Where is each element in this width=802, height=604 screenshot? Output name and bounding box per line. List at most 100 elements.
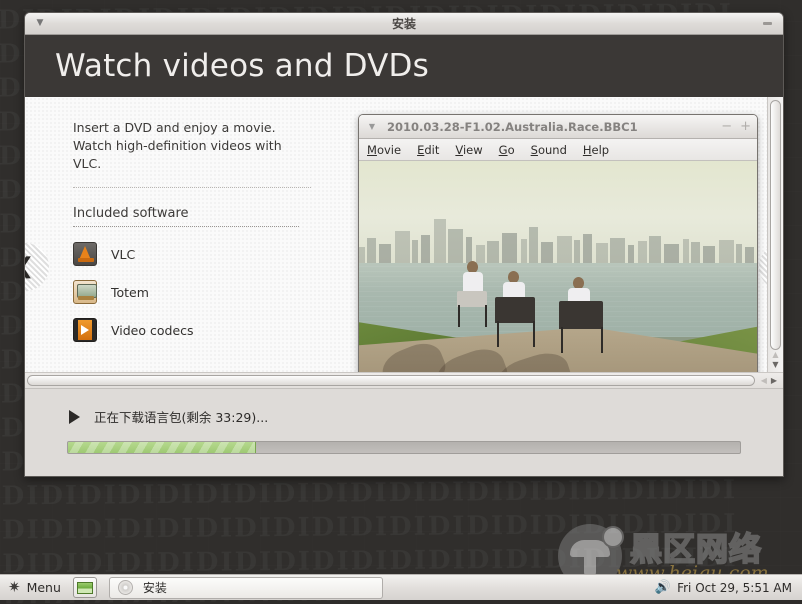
photo-building bbox=[367, 238, 376, 264]
start-menu-button[interactable]: ✷ Menu bbox=[4, 577, 69, 599]
menu-item-go[interactable]: Go bbox=[499, 143, 515, 157]
photo-building bbox=[395, 231, 410, 264]
progress-bar bbox=[67, 441, 741, 454]
play-triangle-icon[interactable] bbox=[69, 409, 80, 424]
show-desktop-icon[interactable] bbox=[72, 577, 97, 598]
progress-status-row: 正在下载语言包(剩余 33:29)... bbox=[45, 407, 763, 426]
photo-chair-leg bbox=[497, 321, 499, 347]
progress-area: 正在下载语言包(剩余 33:29)... bbox=[25, 388, 783, 476]
photo-chair-leg bbox=[458, 305, 460, 327]
list-item: Totem bbox=[73, 273, 311, 311]
photo-building bbox=[736, 243, 742, 264]
scroll-left-arrow-icon[interactable]: ◀ bbox=[761, 376, 767, 385]
photo-chair bbox=[559, 301, 603, 329]
photo-chair-leg bbox=[561, 327, 563, 353]
cd-disc-icon bbox=[117, 580, 133, 595]
movie-window-title: 2010.03.28-F1.02.Australia.Race.BBC1 bbox=[387, 119, 638, 134]
triangle-down-icon[interactable]: ▼ bbox=[365, 122, 379, 131]
list-item: VLC bbox=[73, 235, 311, 273]
photo-building bbox=[487, 241, 499, 264]
photo-building bbox=[412, 240, 418, 264]
included-software-list: VLC Totem Video codecs bbox=[73, 235, 311, 349]
vertical-scrollbar[interactable]: ▲ ▼ bbox=[767, 97, 783, 372]
slide-body: Insert a DVD and enjoy a movie. Watch hi… bbox=[25, 97, 783, 372]
taskbar: ✷ Menu 安装 🔊 Fri Oct 29, 5:51 AM bbox=[0, 574, 802, 600]
software-label: VLC bbox=[111, 246, 136, 262]
movie-window-controls: − + bbox=[721, 119, 751, 134]
photo-building bbox=[379, 243, 391, 264]
photo-building bbox=[719, 240, 734, 264]
photo-chair-leg bbox=[485, 305, 487, 327]
chevron-left-icon: ❮ bbox=[25, 256, 34, 278]
movie-menubar: Movie Edit View Go Sound Help bbox=[359, 139, 757, 161]
movie-player-window: ▼ 2010.03.28-F1.02.Australia.Race.BBC1 −… bbox=[358, 114, 758, 372]
menu-item-help[interactable]: Help bbox=[583, 143, 609, 157]
window-title: 安装 bbox=[391, 17, 416, 31]
taskbar-task-label: 安装 bbox=[142, 581, 167, 595]
taskbar-clock[interactable]: Fri Oct 29, 5:51 AM bbox=[677, 581, 792, 595]
photo-building bbox=[476, 244, 485, 264]
photo-building bbox=[703, 245, 715, 264]
photo-building bbox=[434, 218, 446, 264]
vlc-cone-icon bbox=[73, 242, 97, 267]
horizontal-scrollbar[interactable]: ◀ ▶ bbox=[25, 372, 783, 388]
photo-chair bbox=[457, 291, 487, 307]
photo-building bbox=[596, 242, 608, 264]
photo-building bbox=[502, 233, 517, 264]
photo-building bbox=[745, 246, 754, 264]
start-menu-label: Menu bbox=[26, 580, 61, 595]
photo-building bbox=[421, 235, 430, 264]
photo-building bbox=[628, 244, 634, 264]
photo-building bbox=[574, 240, 580, 264]
movie-maximize-button[interactable]: + bbox=[740, 119, 751, 134]
photo-building bbox=[649, 236, 661, 264]
photo-building bbox=[583, 234, 592, 264]
minimize-button[interactable] bbox=[759, 17, 775, 31]
photo-building bbox=[359, 246, 365, 264]
taskbar-task-button[interactable]: 安装 bbox=[108, 576, 383, 599]
menu-item-movie[interactable]: Movie bbox=[367, 143, 401, 157]
vertical-scrollbar-thumb[interactable] bbox=[770, 100, 781, 350]
menu-item-view[interactable]: View bbox=[455, 143, 482, 157]
gear-icon: ✷ bbox=[8, 578, 21, 596]
horizontal-scrollbar-arrows[interactable]: ◀ ▶ bbox=[761, 376, 777, 385]
progress-status-text: 正在下载语言包(剩余 33:29)... bbox=[94, 410, 269, 425]
photo-skyline bbox=[359, 215, 757, 264]
slide-description: Insert a DVD and enjoy a movie. Watch hi… bbox=[73, 119, 311, 189]
photo-chair bbox=[495, 297, 535, 323]
photo-chair-leg bbox=[533, 321, 535, 347]
film-strip-icon bbox=[73, 318, 97, 343]
photo-building bbox=[610, 238, 625, 264]
speaker-icon[interactable]: 🔊 bbox=[655, 581, 671, 594]
vertical-scrollbar-arrows[interactable]: ▲ ▼ bbox=[772, 350, 778, 369]
video-frame[interactable] bbox=[359, 161, 757, 372]
software-label: Video codecs bbox=[111, 322, 194, 338]
photo-building bbox=[529, 227, 538, 264]
menu-item-sound[interactable]: Sound bbox=[531, 143, 567, 157]
movie-minimize-button[interactable]: − bbox=[721, 119, 732, 134]
movie-window-titlebar: ▼ 2010.03.28-F1.02.Australia.Race.BBC1 −… bbox=[359, 115, 757, 139]
window-titlebar: ▼ 安装 bbox=[25, 13, 783, 35]
totem-tv-icon bbox=[73, 280, 97, 305]
photo-lake bbox=[359, 263, 757, 337]
photo-building bbox=[683, 239, 689, 264]
photo-building bbox=[638, 241, 647, 264]
photo-building bbox=[557, 236, 572, 264]
scroll-right-arrow-icon[interactable]: ▶ bbox=[771, 376, 777, 385]
photo-chair-leg bbox=[601, 327, 603, 353]
horizontal-scrollbar-thumb[interactable] bbox=[27, 375, 755, 386]
photo-building bbox=[466, 237, 472, 264]
included-software-heading: Included software bbox=[73, 206, 299, 228]
scroll-down-arrow-icon[interactable]: ▼ bbox=[772, 360, 778, 369]
scroll-up-arrow-icon[interactable]: ▲ bbox=[772, 350, 778, 359]
page-title: Watch videos and DVDs bbox=[55, 48, 429, 84]
photo-building bbox=[521, 239, 527, 264]
progress-bar-fill bbox=[68, 442, 257, 453]
slide-left-column: Insert a DVD and enjoy a movie. Watch hi… bbox=[25, 97, 325, 372]
software-label: Totem bbox=[111, 284, 149, 300]
photo-building bbox=[541, 242, 553, 264]
slide-header: Watch videos and DVDs bbox=[25, 35, 783, 97]
menu-item-edit[interactable]: Edit bbox=[417, 143, 439, 157]
triangle-down-icon[interactable]: ▼ bbox=[33, 17, 47, 31]
installer-window: ▼ 安装 Watch videos and DVDs Insert a DVD … bbox=[24, 12, 784, 477]
